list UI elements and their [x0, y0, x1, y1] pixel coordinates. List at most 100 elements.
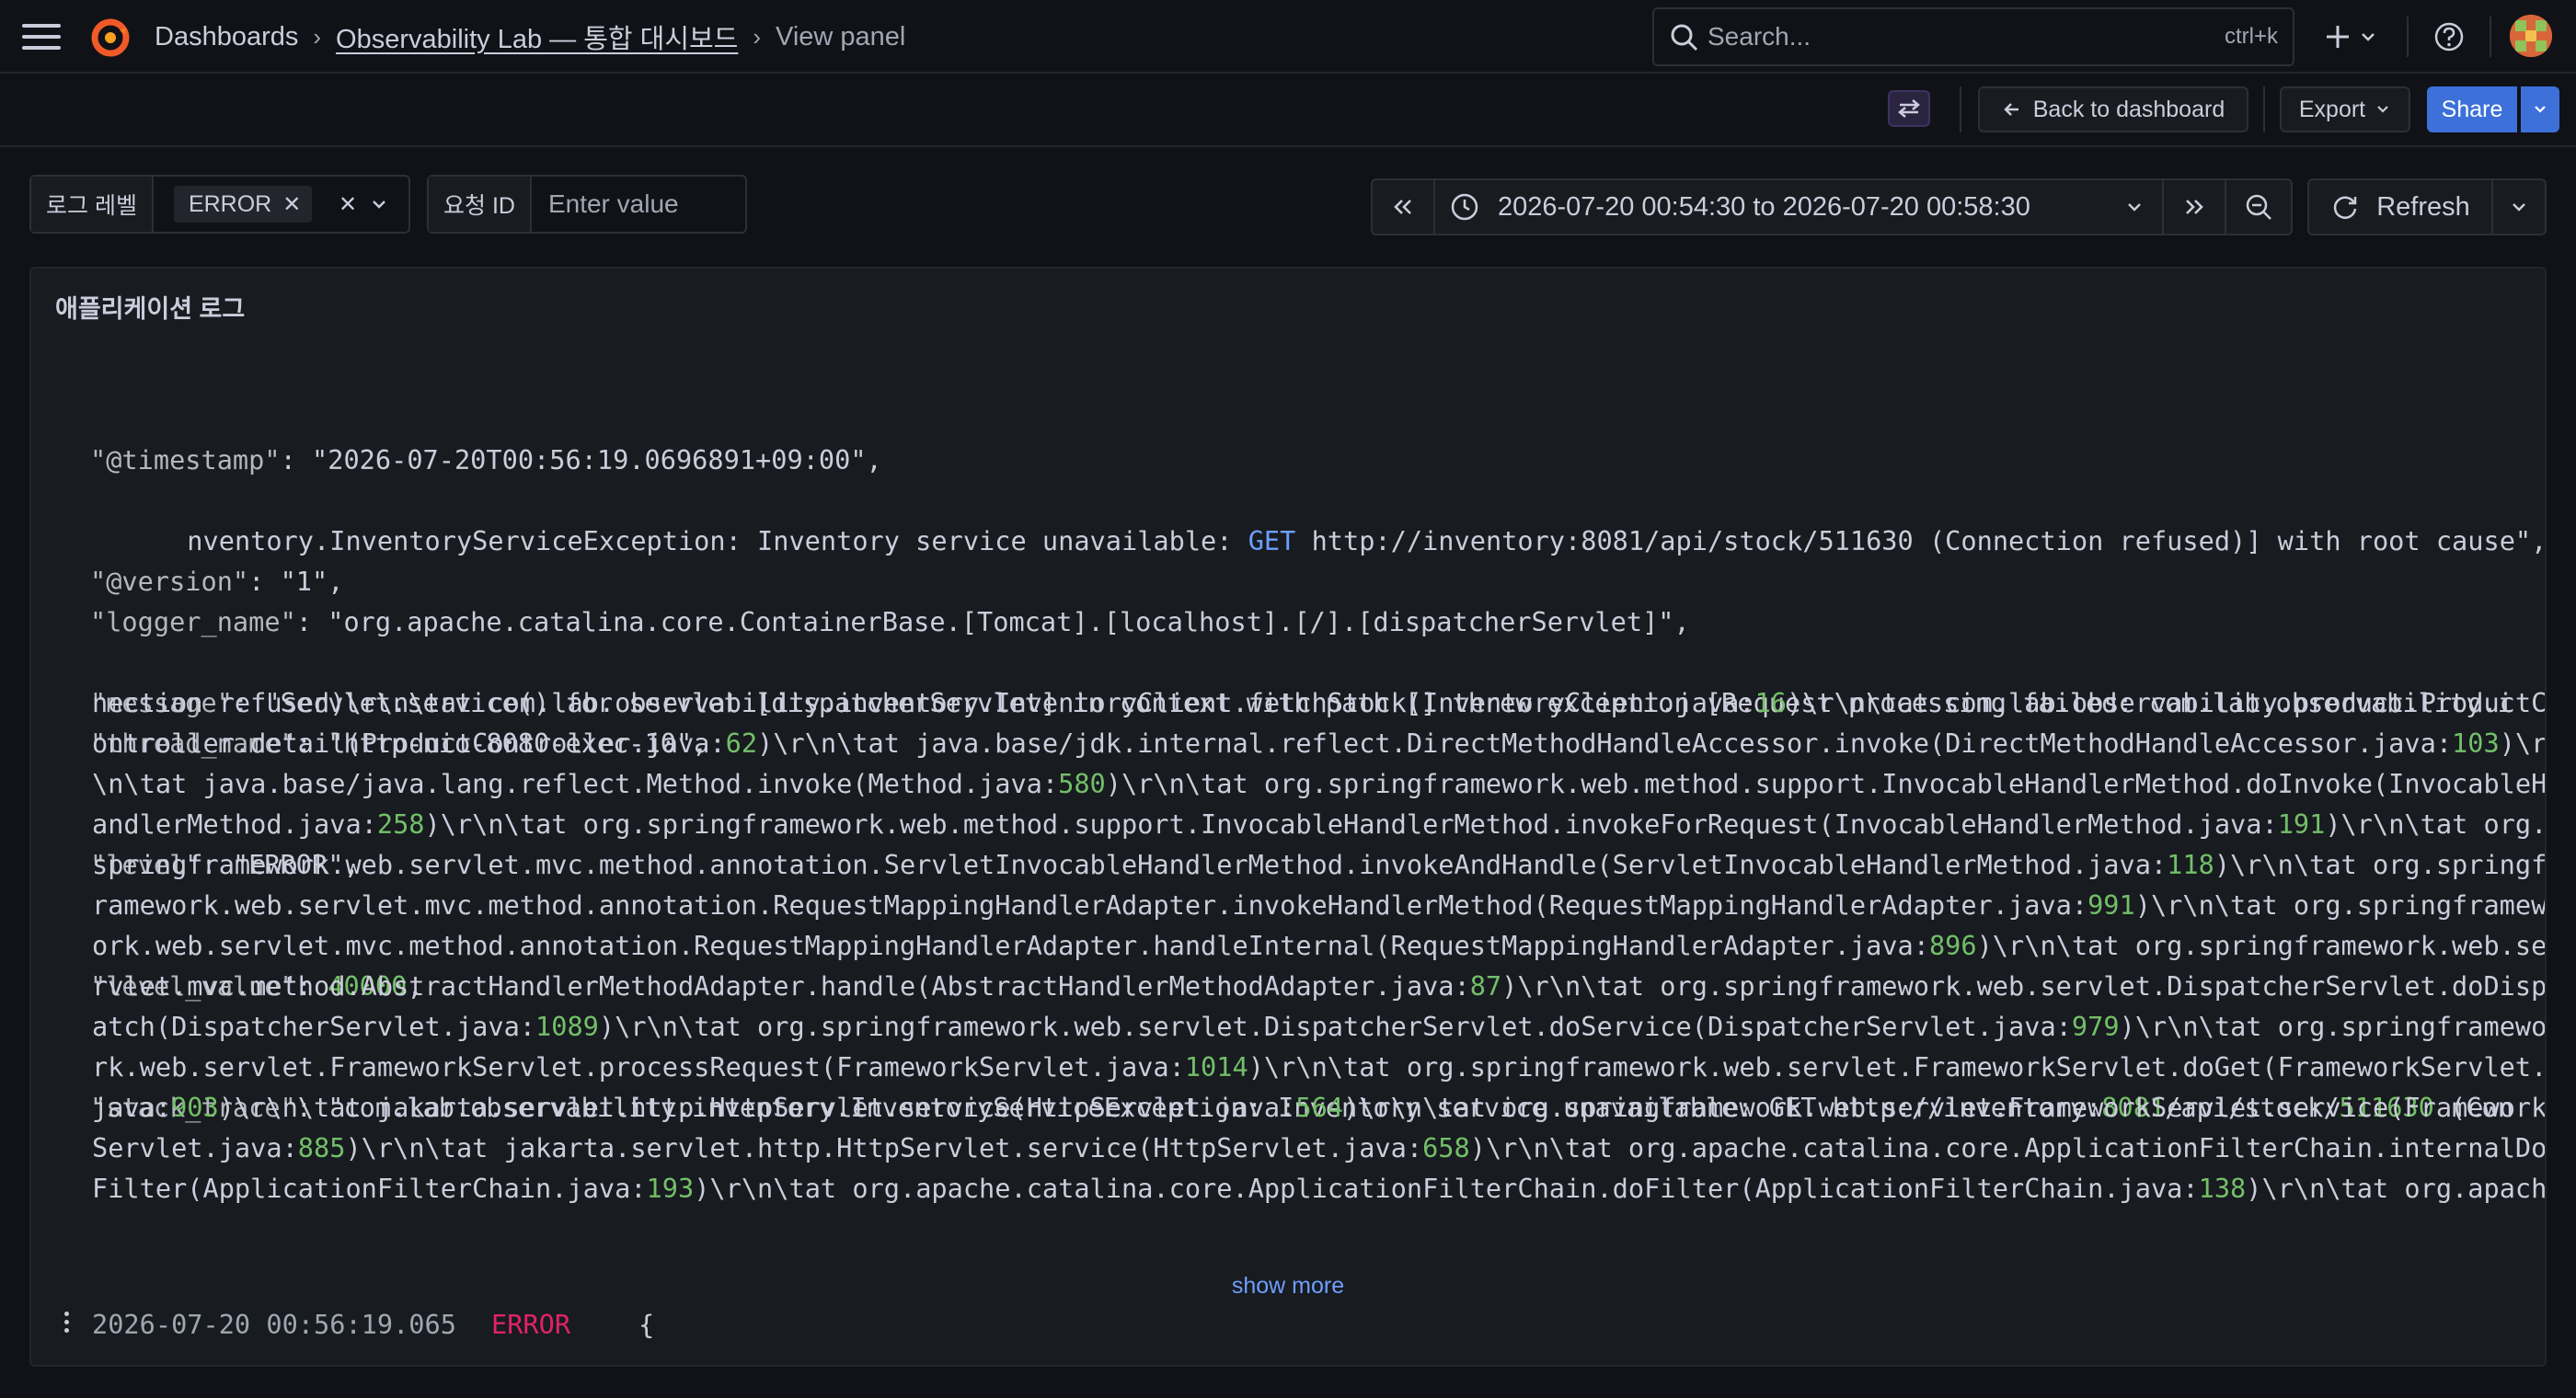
trace-text: java: — [92, 1092, 172, 1123]
line-number: 1089 — [535, 1011, 599, 1042]
refresh-interval-button[interactable] — [2493, 180, 2545, 234]
double-chevron-right-icon — [2186, 200, 2203, 214]
share-menu-button[interactable] — [2521, 86, 2559, 132]
trace-text: )\r\n\tat org.springf — [2214, 849, 2545, 880]
stack-trace-line: atch(DispatcherServlet.java:1089)\r\n\ta… — [92, 1006, 2545, 1047]
line-number: 138 — [2198, 1173, 2247, 1204]
share-button[interactable]: Share — [2427, 86, 2517, 132]
shift-back-button[interactable] — [1373, 180, 1435, 234]
stack-trace-line: \n\tat java.base/java.lang.reflect.Metho… — [92, 763, 2545, 804]
logs-panel: 애플리케이션 로그 "@timestamp": "2026-07-20T00:5… — [29, 267, 2547, 1367]
search-placeholder: Search... — [1708, 22, 1811, 51]
log-level-variable: 로그 레벨 ERROR ✕ ✕ — [29, 175, 410, 234]
grafana-logo-icon[interactable] — [88, 15, 132, 59]
time-picker-button[interactable]: 2026-07-20 00:54:30 to 2026-07-20 00:58:… — [1435, 180, 2164, 234]
trace-text: atch(DispatcherServlet.java: — [92, 1011, 536, 1042]
divider — [2490, 17, 2491, 57]
back-label: Back to dashboard — [2032, 96, 2225, 122]
time-range-text: 2026-07-20 00:54:30 to 2026-07-20 00:58:… — [1498, 191, 2030, 222]
avatar[interactable] — [2510, 15, 2552, 57]
log-row[interactable]: 2026-07-20 00:56:19.065 ERROR { — [31, 1304, 2545, 1345]
breadcrumb-dashboards[interactable]: Dashboards — [155, 22, 298, 52]
line-number: 885 — [297, 1132, 346, 1163]
menu-icon[interactable] — [22, 24, 61, 50]
log-level: ERROR — [491, 1309, 571, 1340]
stack-trace-line: ontroller.detail(ProductController.java:… — [92, 723, 2545, 763]
breadcrumb-dashboard[interactable]: Observability Lab — 통합 대시보드 — [336, 17, 738, 56]
trace-text: )\r\n\tat jakarta.servlet.http.HttpServl… — [345, 1132, 1423, 1163]
shift-forward-button[interactable] — [2164, 180, 2226, 234]
search-icon — [1671, 24, 1698, 52]
show-more-link[interactable]: show more — [31, 1266, 2545, 1306]
trace-text: ork.web.servlet.mvc.method.annotation.Re… — [92, 930, 1929, 961]
top-bar: Dashboards › Observability Lab — 통합 대시보드… — [0, 0, 2576, 74]
line-number: 16 — [1754, 687, 1788, 718]
trace-text: ramework.web.servlet.mvc.method.annotati… — [92, 889, 2088, 921]
refresh-controls: Refresh — [2307, 178, 2547, 235]
chevron-down-icon — [2513, 203, 2525, 212]
line-number: 62 — [725, 728, 758, 759]
log-level-chip[interactable]: ERROR ✕ — [173, 186, 313, 223]
trace-text: )\r\n\tat org.springframework.web.servle… — [1343, 1092, 2545, 1123]
zoom-out-icon — [2246, 194, 2271, 220]
scroll-edge — [31, 342, 2545, 355]
breadcrumb-current: View panel — [776, 21, 906, 52]
trace-text: )\r\n\tat org.springframework.web.method… — [1105, 768, 2545, 799]
line-number: 87 — [1469, 970, 1502, 1002]
log-body: { — [638, 1309, 655, 1340]
stack-trace-line: Filter(ApplicationFilterChain.java:193)\… — [92, 1168, 2545, 1209]
search-shortcut: ctrl+k — [2224, 24, 2278, 49]
trace-text: )\r\n\tat org.springframework.web.method… — [424, 808, 2278, 840]
line-number: 191 — [2277, 808, 2326, 840]
log-list[interactable]: "@timestamp": "2026-07-20T00:56:19.06968… — [31, 342, 2545, 1363]
chevron-down-icon — [2535, 106, 2546, 113]
stack-trace-line: springframework.web.servlet.mvc.method.a… — [92, 844, 2545, 885]
add-menu-button[interactable] — [2320, 18, 2381, 55]
log-level-value: ERROR — [188, 190, 272, 217]
toggle-view-button[interactable] — [1888, 90, 1930, 127]
row-menu-icon[interactable] — [64, 1312, 70, 1336]
stack-trace-line: nection refused)\r\n\tat com.lab.observa… — [92, 682, 2545, 723]
export-label: Export — [2298, 96, 2366, 122]
trace-text: )\r\n\tat org.apache.catalina.core.Appli… — [694, 1173, 2199, 1204]
export-button[interactable]: Export — [2280, 86, 2410, 132]
stack-trace-line: java:903)\r\n\tat jakarta.servlet.http.H… — [92, 1087, 2545, 1128]
line-number: 991 — [2087, 889, 2135, 921]
trace-text: andlerMethod.java: — [92, 808, 377, 840]
line-number: 564 — [1295, 1092, 1344, 1123]
panel-title: 애플리케이션 로그 — [55, 295, 246, 323]
remove-chip-icon[interactable]: ✕ — [282, 191, 301, 218]
line-number: 658 — [1422, 1132, 1470, 1163]
line-number: 193 — [646, 1173, 695, 1204]
refresh-label: Refresh — [2376, 191, 2470, 222]
line-number: 903 — [171, 1092, 219, 1123]
trace-text: )\r\n\tat org.springframework.web.se — [1976, 930, 2545, 961]
back-to-dashboard-button[interactable]: Back to dashboard — [1978, 86, 2248, 132]
trace-text: rvlet.mvc.method.AbstractHandlerMethodAd… — [92, 970, 1470, 1002]
swap-icon — [1898, 99, 1920, 118]
trace-text: )\r\n\tat org.springframework.web.servle… — [1248, 1051, 2545, 1083]
trace-text: )\r\n\tat org.apache.catalina.core.Appli… — [1469, 1132, 2545, 1163]
search-input[interactable]: Search... ctrl+k — [1652, 7, 2294, 66]
clear-icon[interactable]: ✕ — [339, 191, 357, 218]
log-level-label: 로그 레벨 — [31, 177, 154, 232]
trace-text: )\r — [2499, 728, 2545, 759]
line-number: 580 — [1058, 768, 1106, 799]
chevron-down-icon — [2128, 203, 2141, 212]
line-number: 896 — [1928, 930, 1977, 961]
request-id-input[interactable]: Enter value — [548, 189, 679, 219]
trace-text: )\r\n\tat org.apach — [2246, 1173, 2545, 1204]
trace-text: )\r\n\tat org.springframework.web.servle… — [1501, 970, 2545, 1002]
refresh-button[interactable]: Refresh — [2309, 180, 2493, 234]
chevron-right-icon: › — [313, 22, 322, 51]
stack-trace-line: ramework.web.servlet.mvc.method.annotati… — [92, 885, 2545, 925]
trace-text: ontroller.detail(ProductController.java: — [92, 728, 726, 759]
trace-text: )\r\n\tat org.springframew — [2134, 889, 2545, 921]
help-button[interactable] — [2431, 18, 2467, 55]
divider — [2263, 86, 2265, 132]
help-icon — [2434, 22, 2464, 52]
chevron-down-icon[interactable] — [370, 195, 388, 213]
zoom-out-button[interactable] — [2226, 180, 2291, 234]
trace-text: )\r\n\tat org.springframework.web.servle… — [598, 1011, 2072, 1042]
trace-text: nection refused)\r\n\tat com.lab.observa… — [92, 687, 1755, 718]
